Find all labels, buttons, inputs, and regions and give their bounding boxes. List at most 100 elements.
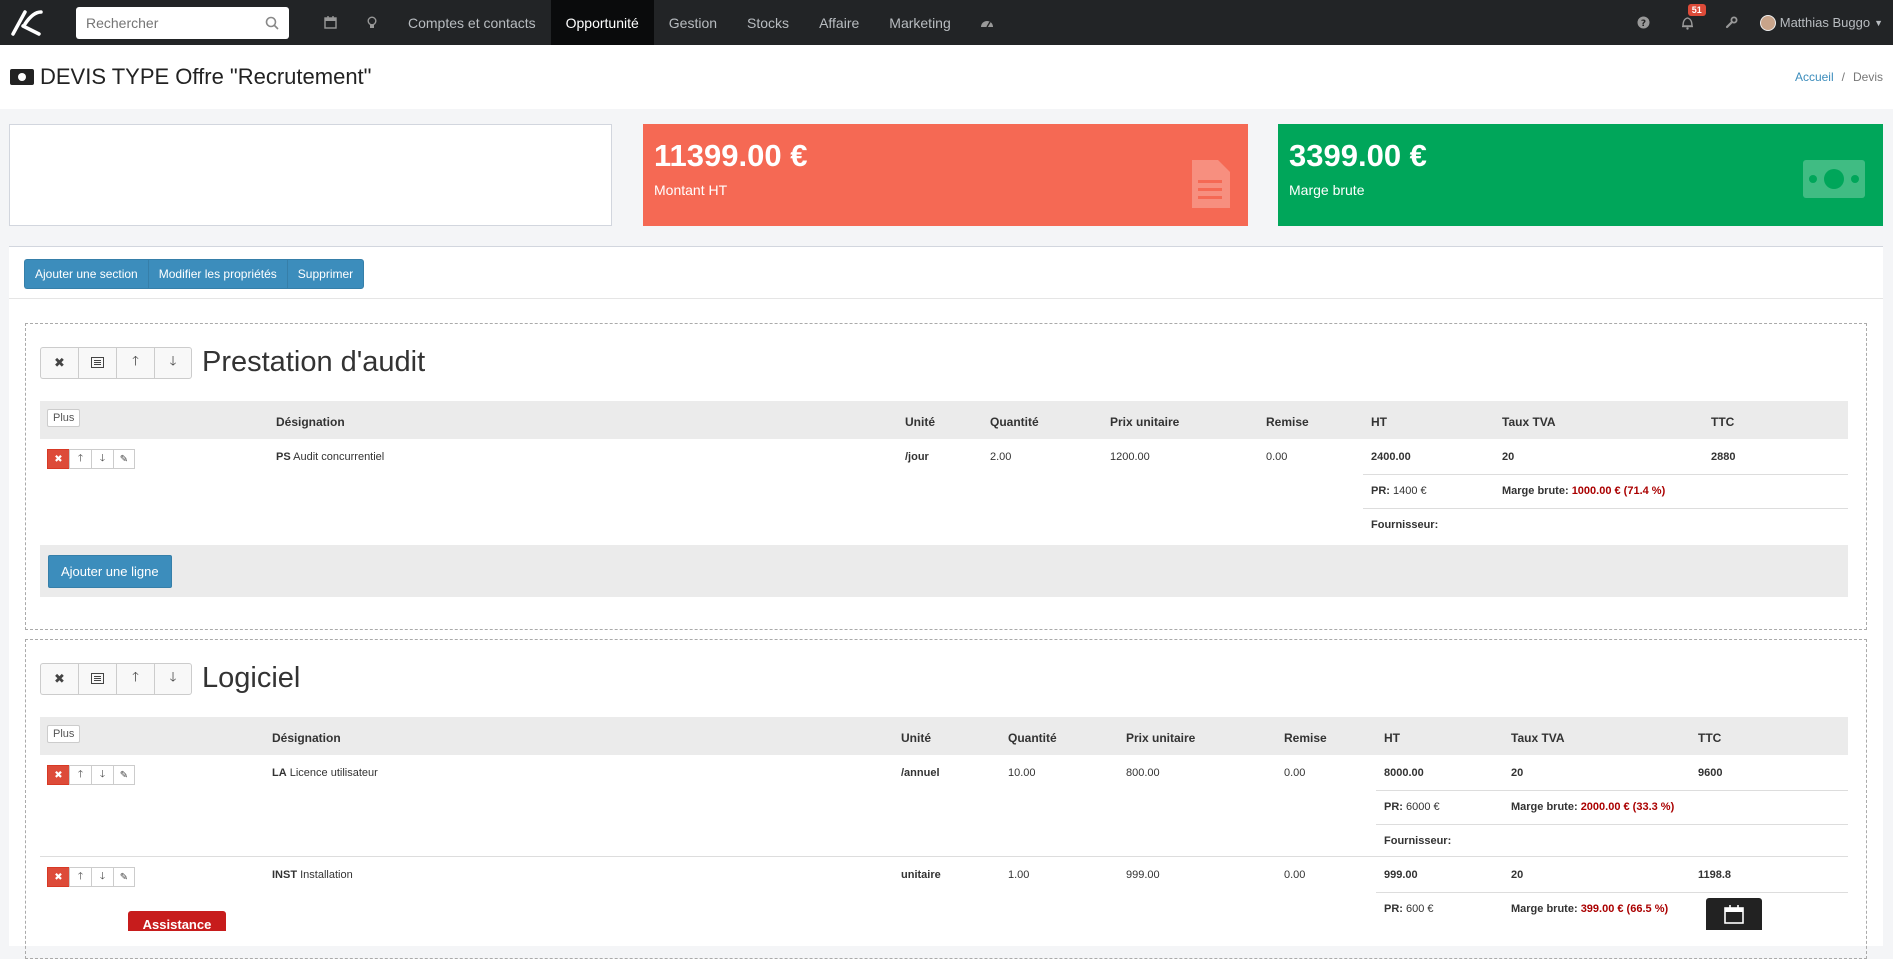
pr-value: 1400 € <box>1393 485 1427 497</box>
move-section-up-button[interactable]: 🡑 <box>116 662 154 695</box>
nav-affaire[interactable]: Affaire <box>804 0 874 45</box>
plus-button[interactable]: Plus <box>47 725 81 743</box>
edit-line-button[interactable]: ✎ <box>113 765 135 785</box>
money-icon <box>10 69 34 85</box>
breadcrumb: Accueil / Devis <box>1795 70 1883 84</box>
bell-icon <box>1682 16 1694 30</box>
breadcrumb-home[interactable]: Accueil <box>1795 70 1834 84</box>
divider <box>1376 824 1848 825</box>
edit-line-button[interactable]: ✎ <box>113 449 135 469</box>
pr-label: PR: <box>1384 903 1403 915</box>
edit-icon: ✎ <box>119 453 129 465</box>
search-input[interactable] <box>86 14 246 31</box>
arrow-down-icon: 🡓 <box>99 870 106 882</box>
amount-ht-value: 11399.00 € <box>654 138 808 173</box>
move-section-down-button[interactable]: 🡓 <box>154 346 192 379</box>
line-qty: 2.00 <box>990 451 1012 463</box>
move-line-up-button[interactable]: 🡑 <box>69 867 91 887</box>
add-line-bar: Ajouter une ligne <box>40 545 1848 597</box>
page-title: DEVIS TYPE Offre "Recrutement" <box>40 64 372 89</box>
move-line-up-button[interactable]: 🡑 <box>69 765 91 785</box>
calendar-widget[interactable] <box>1706 898 1762 930</box>
search-box[interactable] <box>76 6 289 39</box>
margin-label: Marge brute: <box>1511 801 1578 813</box>
edit-section-button[interactable] <box>78 346 116 379</box>
arrow-up-icon: 🡑 <box>77 768 84 780</box>
col-qty: Quantité <box>1008 731 1057 745</box>
col-vat: Taux TVA <box>1511 731 1565 745</box>
breadcrumb-current: Devis <box>1852 70 1883 84</box>
delete-line-button[interactable]: ✖ <box>47 449 69 469</box>
col-unit-price: Prix unitaire <box>1110 415 1180 429</box>
lightbulb-icon[interactable] <box>351 0 393 45</box>
user-name: Matthias Buggo <box>1779 15 1871 30</box>
plus-button[interactable]: Plus <box>47 409 81 427</box>
calendar-icon <box>1724 905 1744 924</box>
line-code: INST <box>272 869 298 881</box>
line-ttc: 2880 <box>1711 451 1736 463</box>
col-ht: HT <box>1371 415 1387 429</box>
calendar-icon[interactable] <box>309 0 351 45</box>
col-ttc: TTC <box>1711 415 1735 429</box>
user-menu[interactable]: Matthias Buggo ▼ <box>1754 14 1893 31</box>
app-logo[interactable] <box>0 0 54 45</box>
table-row: ✖ 🡑 🡓 ✎ INST Installation unitaire 1.00 … <box>40 858 1848 938</box>
move-line-up-button[interactable]: 🡑 <box>69 449 91 469</box>
line-price: 800.00 <box>1126 767 1160 779</box>
delete-section-button[interactable]: ✖ <box>40 662 78 695</box>
divider <box>9 298 1883 299</box>
add-section-button[interactable]: Ajouter une section <box>24 259 148 289</box>
gross-margin-label: Marge brute <box>1289 182 1365 198</box>
col-discount: Remise <box>1284 731 1327 745</box>
amount-ht-box: 11399.00 € Montant HT <box>643 124 1248 226</box>
delete-line-button[interactable]: ✖ <box>47 867 69 887</box>
assistance-button[interactable]: Assistance <box>128 911 226 932</box>
edit-section-button[interactable] <box>78 662 116 695</box>
margin-value: 2000.00 € (33.3 %) <box>1580 801 1675 813</box>
nav-stocks[interactable]: Stocks <box>732 0 804 45</box>
line-ht: 999.00 <box>1384 869 1418 881</box>
table-header: Plus Désignation Unité Quantité Prix uni… <box>40 401 1848 439</box>
nav-comptes-contacts[interactable]: Comptes et contacts <box>393 0 551 45</box>
line-vat: 20 <box>1511 767 1524 779</box>
line-discount: 0.00 <box>1284 869 1306 881</box>
help-icon[interactable]: ? <box>1622 0 1666 45</box>
top-navbar: Comptes et contacts Opportunité Gestion … <box>0 0 1893 45</box>
move-line-down-button[interactable]: 🡓 <box>91 867 113 887</box>
wrench-icon[interactable] <box>1710 0 1754 45</box>
edit-icon: ✎ <box>119 871 129 883</box>
line-price: 1200.00 <box>1110 451 1150 463</box>
move-line-down-button[interactable]: 🡓 <box>91 765 113 785</box>
arrow-up-icon: 🡑 <box>132 352 139 368</box>
edit-properties-button[interactable]: Modifier les propriétés <box>147 259 287 289</box>
close-icon: ✖ <box>54 871 63 883</box>
line-vat: 20 <box>1511 869 1524 881</box>
line-ht: 2400.00 <box>1371 451 1411 463</box>
nav-marketing[interactable]: Marketing <box>874 0 965 45</box>
line-qty: 10.00 <box>1008 767 1036 779</box>
move-section-up-button[interactable]: 🡑 <box>116 346 154 379</box>
arrow-down-icon: 🡓 <box>169 668 177 684</box>
line-ttc: 9600 <box>1698 767 1723 779</box>
margin-value: 1000.00 € (71.4 %) <box>1571 485 1666 497</box>
search-icon[interactable] <box>265 16 279 30</box>
edit-line-button[interactable]: ✎ <box>113 867 135 887</box>
add-line-button[interactable]: Ajouter une ligne <box>48 555 172 588</box>
nav-gestion[interactable]: Gestion <box>654 0 732 45</box>
nav-opportunite[interactable]: Opportunité <box>550 0 654 45</box>
table-header: Plus Désignation Unité Quantité Prix uni… <box>40 717 1848 755</box>
line-discount: 0.00 <box>1284 767 1306 779</box>
dashboard-icon[interactable] <box>966 0 1008 45</box>
notification-badge: 51 <box>1687 4 1706 16</box>
col-unit: Unité <box>905 415 935 429</box>
caret-down-icon: ▼ <box>1874 17 1883 28</box>
move-line-down-button[interactable]: 🡓 <box>91 449 113 469</box>
delete-section-button[interactable]: ✖ <box>40 346 78 379</box>
move-section-down-button[interactable]: 🡓 <box>154 662 192 695</box>
delete-line-button[interactable]: ✖ <box>47 765 69 785</box>
delete-button[interactable]: Supprimer <box>286 259 365 289</box>
notifications-bell[interactable]: 51 <box>1666 0 1710 45</box>
line-price: 999.00 <box>1126 869 1160 881</box>
line-name: Audit concurrentiel <box>293 451 385 463</box>
list-icon <box>91 673 104 684</box>
